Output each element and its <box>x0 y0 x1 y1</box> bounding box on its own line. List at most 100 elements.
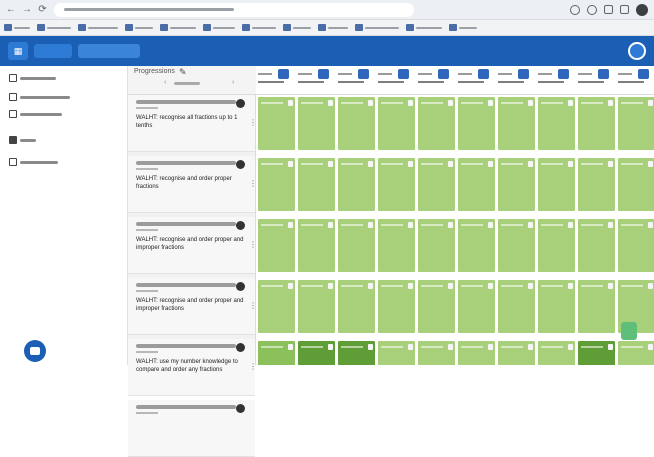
student-column-header[interactable] <box>256 66 296 95</box>
cell-checkbox-icon[interactable] <box>648 222 653 228</box>
cell-checkbox-icon[interactable] <box>368 222 373 228</box>
reload-icon[interactable]: ⟳ <box>38 4 47 15</box>
assessment-cell[interactable] <box>418 341 455 365</box>
progression-row[interactable]: WALHT: recognise all fractions up to 1 t… <box>128 95 257 152</box>
pager-next-icon[interactable]: › <box>232 79 234 86</box>
cell-checkbox-icon[interactable] <box>448 100 453 106</box>
assessment-cell[interactable] <box>458 341 495 365</box>
bookmark-item[interactable] <box>406 24 442 31</box>
assessment-cell[interactable] <box>258 280 295 333</box>
progression-row[interactable]: WALHT: recognise and order proper and im… <box>128 278 257 335</box>
cell-checkbox-icon[interactable] <box>448 222 453 228</box>
assessment-cell[interactable] <box>338 158 375 211</box>
student-column-header[interactable] <box>616 66 654 95</box>
assessment-cell[interactable] <box>458 219 495 272</box>
star-icon[interactable] <box>587 4 597 15</box>
student-column-header[interactable] <box>456 66 496 95</box>
cell-checkbox-icon[interactable] <box>568 222 573 228</box>
assessment-cell[interactable] <box>258 158 295 211</box>
cell-checkbox-icon[interactable] <box>288 161 293 167</box>
cell-checkbox-icon[interactable] <box>488 100 493 106</box>
class-selector-button[interactable] <box>34 44 72 58</box>
sidebar-item[interactable] <box>0 89 128 105</box>
cell-checkbox-icon[interactable] <box>368 161 373 167</box>
cell-checkbox-icon[interactable] <box>608 283 613 289</box>
cell-checkbox-icon[interactable] <box>608 344 613 350</box>
student-column-header[interactable] <box>576 66 616 95</box>
assessment-cell[interactable] <box>538 341 575 365</box>
bookmark-item[interactable] <box>37 24 71 31</box>
cell-checkbox-icon[interactable] <box>528 222 533 228</box>
cell-checkbox-icon[interactable] <box>568 344 573 350</box>
address-bar[interactable] <box>54 2 414 17</box>
assessment-cell[interactable] <box>418 97 455 150</box>
progression-row[interactable] <box>128 400 255 457</box>
sidebar-item[interactable] <box>0 154 128 170</box>
cell-checkbox-icon[interactable] <box>448 161 453 167</box>
floating-action-button[interactable] <box>621 322 637 340</box>
forward-icon[interactable]: → <box>22 4 32 15</box>
assessment-cell[interactable] <box>338 341 375 365</box>
cell-checkbox-icon[interactable] <box>408 222 413 228</box>
assessment-cell[interactable] <box>498 158 535 211</box>
sidepanel-icon[interactable] <box>604 5 613 14</box>
cell-checkbox-icon[interactable] <box>328 161 333 167</box>
assessment-cell[interactable] <box>378 97 415 150</box>
assessment-cell[interactable] <box>298 219 335 272</box>
cell-checkbox-icon[interactable] <box>608 100 613 106</box>
student-column-header[interactable] <box>536 66 576 95</box>
assessment-cell[interactable] <box>538 158 575 211</box>
assessment-cell[interactable] <box>378 280 415 333</box>
assessment-cell[interactable] <box>618 158 654 211</box>
cell-checkbox-icon[interactable] <box>568 283 573 289</box>
cell-checkbox-icon[interactable] <box>608 161 613 167</box>
bookmark-item[interactable] <box>160 24 196 31</box>
assessment-cell[interactable] <box>538 97 575 150</box>
assessment-cell[interactable] <box>418 158 455 211</box>
bookmark-item[interactable] <box>203 24 235 31</box>
bookmark-item[interactable] <box>242 24 276 31</box>
assessment-cell[interactable] <box>498 219 535 272</box>
cell-checkbox-icon[interactable] <box>408 161 413 167</box>
assessment-cell[interactable] <box>578 280 615 333</box>
profile-icon[interactable] <box>636 3 648 16</box>
cell-checkbox-icon[interactable] <box>368 100 373 106</box>
assessment-cell[interactable] <box>338 219 375 272</box>
student-column-header[interactable] <box>416 66 456 95</box>
assessment-cell[interactable] <box>338 97 375 150</box>
cell-checkbox-icon[interactable] <box>328 344 333 350</box>
student-column-header[interactable] <box>376 66 416 95</box>
cell-checkbox-icon[interactable] <box>528 283 533 289</box>
assessment-cell[interactable] <box>298 280 335 333</box>
assessment-cell[interactable] <box>378 341 415 365</box>
assessment-cell[interactable] <box>498 341 535 365</box>
assessment-cell[interactable] <box>378 219 415 272</box>
assessment-cell[interactable] <box>538 219 575 272</box>
cell-checkbox-icon[interactable] <box>568 100 573 106</box>
sidebar-item[interactable] <box>0 106 128 122</box>
cell-checkbox-icon[interactable] <box>608 222 613 228</box>
assessment-cell[interactable] <box>538 280 575 333</box>
chat-button[interactable] <box>24 340 46 362</box>
assessment-cell[interactable] <box>618 219 654 272</box>
assessment-cell[interactable] <box>498 280 535 333</box>
apps-grid-icon[interactable]: ▦ <box>8 42 28 60</box>
assessment-cell[interactable] <box>418 219 455 272</box>
assessment-cell[interactable] <box>258 341 295 365</box>
assessment-cell[interactable] <box>298 97 335 150</box>
cell-checkbox-icon[interactable] <box>288 222 293 228</box>
assessment-cell[interactable] <box>378 158 415 211</box>
extensions-icon[interactable] <box>570 4 580 15</box>
assessment-cell[interactable] <box>418 280 455 333</box>
assessment-cell[interactable] <box>258 97 295 150</box>
cell-checkbox-icon[interactable] <box>648 283 653 289</box>
cell-checkbox-icon[interactable] <box>568 161 573 167</box>
progression-row[interactable]: WALHT: recognise and order proper fracti… <box>128 156 257 213</box>
assessment-cell[interactable] <box>258 219 295 272</box>
assessment-cell[interactable] <box>618 341 654 365</box>
assessment-cell[interactable] <box>458 280 495 333</box>
assessment-cell[interactable] <box>338 280 375 333</box>
cell-checkbox-icon[interactable] <box>528 344 533 350</box>
cell-checkbox-icon[interactable] <box>328 222 333 228</box>
sidebar-item[interactable] <box>0 132 128 148</box>
